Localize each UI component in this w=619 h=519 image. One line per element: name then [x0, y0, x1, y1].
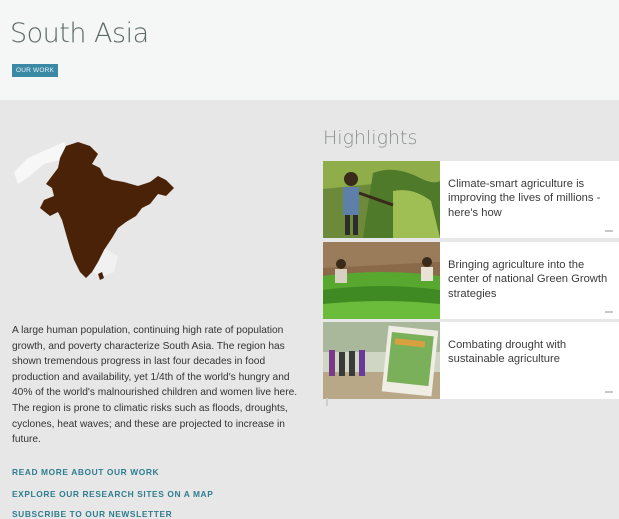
highlights-title: Highlights	[323, 127, 418, 149]
highlight-image-farmers-field	[323, 161, 440, 238]
highlight-card-3-text: Combating drought with sustainable agric…	[448, 339, 567, 366]
more-icon	[605, 391, 613, 393]
read-more-link[interactable]: READ MORE ABOUT OUR WORK	[12, 467, 159, 477]
research-sites-map-link[interactable]: EXPLORE OUR RESEARCH SITES ON A MAP	[12, 489, 213, 499]
page-title: South Asia	[10, 18, 149, 49]
highlight-card-2[interactable]: Bringing agriculture into the center of …	[323, 242, 619, 319]
highlight-card-3[interactable]: Combating drought with sustainable agric…	[323, 322, 619, 399]
highlight-card-1[interactable]: Climate-smart agriculture is improving t…	[323, 161, 619, 238]
highlight-card-2-text: Bringing agriculture into the center of …	[448, 259, 608, 300]
carousel-indicator	[326, 398, 328, 406]
more-icon	[605, 311, 613, 313]
highlight-image-drought-group	[323, 322, 440, 399]
more-icon	[605, 230, 613, 232]
highlight-image-rice-terraces	[323, 242, 440, 319]
newsletter-subscribe-link[interactable]: SUBSCRIBE TO OUR NEWSLETTER	[12, 509, 172, 519]
india-map-icon	[14, 142, 174, 280]
region-description: A large human population, continuing hig…	[12, 325, 298, 446]
highlight-card-1-text: Climate-smart agriculture is improving t…	[448, 178, 601, 219]
page-header: South Asia OUR WORK	[0, 0, 619, 100]
our-work-tag[interactable]: OUR WORK	[12, 64, 59, 77]
